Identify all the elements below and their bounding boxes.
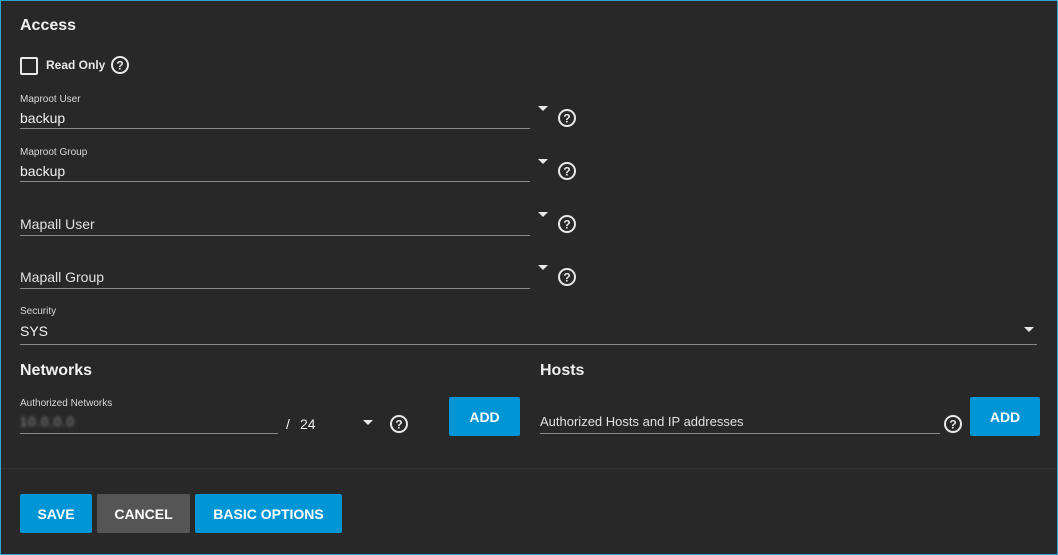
chevron-down-icon[interactable] [538, 212, 548, 217]
authorized-networks-label: Authorized Networks [20, 398, 113, 409]
hosts-section-title: Hosts [540, 362, 585, 379]
read-only-checkbox[interactable] [20, 57, 38, 75]
authorized-networks-input[interactable]: 10.0.0.0 [20, 414, 75, 429]
security-label: Security [20, 306, 57, 317]
help-icon[interactable]: ? [110, 55, 130, 75]
maproot-group-value: backup [20, 163, 66, 179]
security-underline [20, 344, 1037, 345]
cancel-button[interactable]: CANCEL [97, 494, 190, 533]
form-frame [0, 0, 1058, 555]
svg-text:?: ? [395, 418, 402, 432]
chevron-down-icon[interactable] [538, 265, 548, 270]
chevron-down-icon[interactable] [363, 420, 373, 425]
authorized-networks-underline [20, 433, 278, 434]
mapall-group-underline [20, 288, 530, 289]
maproot-group-label: Maproot Group [20, 147, 88, 158]
footer-divider [1, 468, 1057, 469]
security-value: SYS [20, 323, 49, 339]
maproot-user-value: backup [20, 110, 66, 126]
help-icon[interactable]: ? [557, 161, 577, 181]
mapall-user-underline [20, 235, 530, 236]
help-icon[interactable]: ? [557, 267, 577, 287]
svg-text:?: ? [563, 218, 570, 232]
networks-section-title: Networks [20, 362, 93, 379]
help-icon[interactable]: ? [557, 214, 577, 234]
mapall-user-placeholder: Mapall User [20, 216, 95, 232]
authorized-hosts-input[interactable]: Authorized Hosts and IP addresses [540, 414, 744, 429]
maproot-user-label: Maproot User [20, 94, 81, 105]
access-section-title: Access [20, 17, 77, 34]
help-icon[interactable]: ? [557, 108, 577, 128]
save-button[interactable]: SAVE [20, 494, 92, 533]
svg-text:?: ? [563, 271, 570, 285]
svg-text:?: ? [563, 165, 570, 179]
svg-text:?: ? [563, 112, 570, 126]
netmask-value: 24 [300, 416, 316, 432]
maproot-group-underline [20, 181, 530, 182]
add-network-button[interactable]: ADD [449, 397, 520, 436]
mapall-group-placeholder: Mapall Group [20, 269, 105, 285]
help-icon[interactable]: ? [389, 414, 409, 434]
chevron-down-icon[interactable] [1024, 327, 1034, 332]
add-host-button[interactable]: ADD [970, 397, 1040, 436]
help-icon[interactable]: ? [943, 414, 963, 434]
svg-text:?: ? [949, 418, 956, 432]
netmask-separator: / [286, 416, 290, 432]
read-only-label: Read Only [46, 58, 106, 72]
maproot-user-underline [20, 128, 530, 129]
chevron-down-icon[interactable] [538, 159, 548, 164]
chevron-down-icon[interactable] [538, 106, 548, 111]
basic-options-button[interactable]: BASIC OPTIONS [195, 494, 342, 533]
authorized-hosts-underline [540, 433, 940, 434]
svg-text:?: ? [116, 59, 123, 73]
